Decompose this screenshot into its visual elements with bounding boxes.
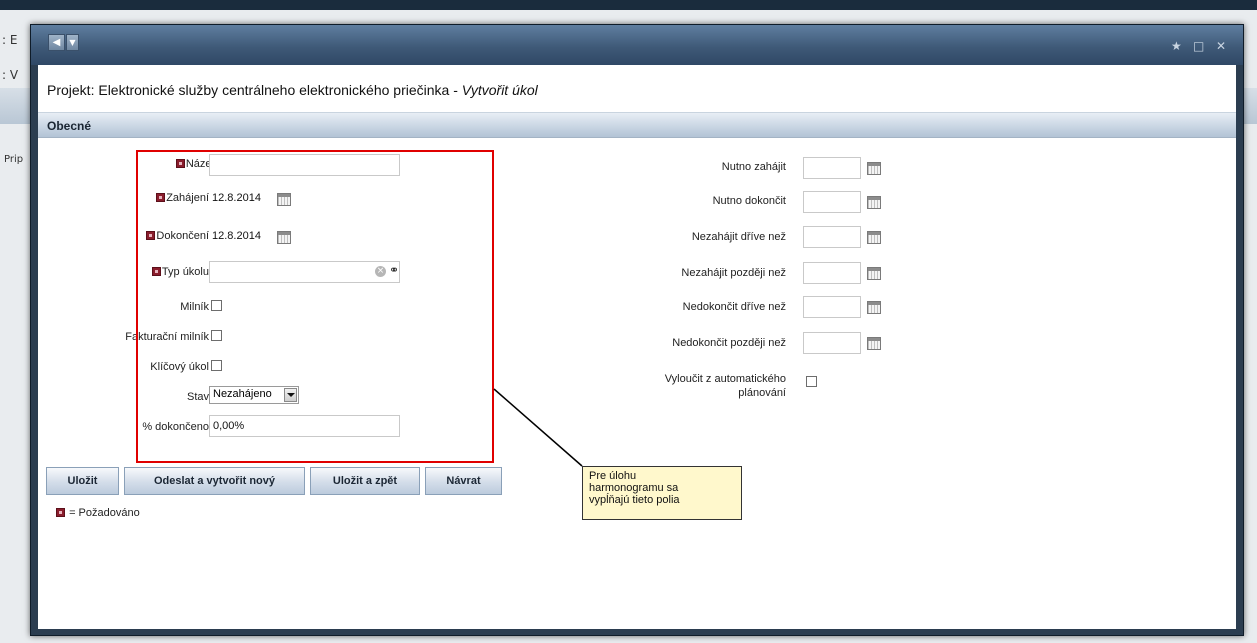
nav-dropdown-button[interactable]: ▼ bbox=[66, 34, 79, 51]
callout-connector bbox=[493, 388, 583, 467]
annotation-callout: Pre úlohu harmonogramu sa vypĺňajú tieto… bbox=[582, 466, 742, 520]
maximize-icon[interactable]: □ bbox=[1193, 39, 1204, 53]
modal-window: ◀ ▼ ★ □ ✕ Projekt: Elektronické služby c… bbox=[30, 24, 1244, 636]
background-text: : E bbox=[2, 33, 18, 47]
window-titlebar: ◀ ▼ ★ □ ✕ bbox=[31, 25, 1243, 65]
star-icon[interactable]: ★ bbox=[1171, 39, 1182, 53]
close-icon[interactable]: ✕ bbox=[1216, 39, 1226, 53]
background-topbar bbox=[0, 0, 1257, 10]
background-text: : V bbox=[2, 68, 19, 82]
annotation-line: harmonogramu sa bbox=[589, 482, 679, 494]
chevron-down-icon: ▼ bbox=[69, 38, 76, 47]
background-text: Prip bbox=[4, 154, 24, 165]
back-nav-button[interactable]: ◀ bbox=[48, 34, 65, 51]
arrow-left-icon: ◀ bbox=[52, 37, 61, 48]
annotation-line: Pre úlohu bbox=[589, 470, 637, 482]
window-content: Projekt: Elektronické služby centrálneho… bbox=[38, 65, 1236, 629]
annotation-line: vypĺňajú tieto polia bbox=[589, 494, 680, 506]
